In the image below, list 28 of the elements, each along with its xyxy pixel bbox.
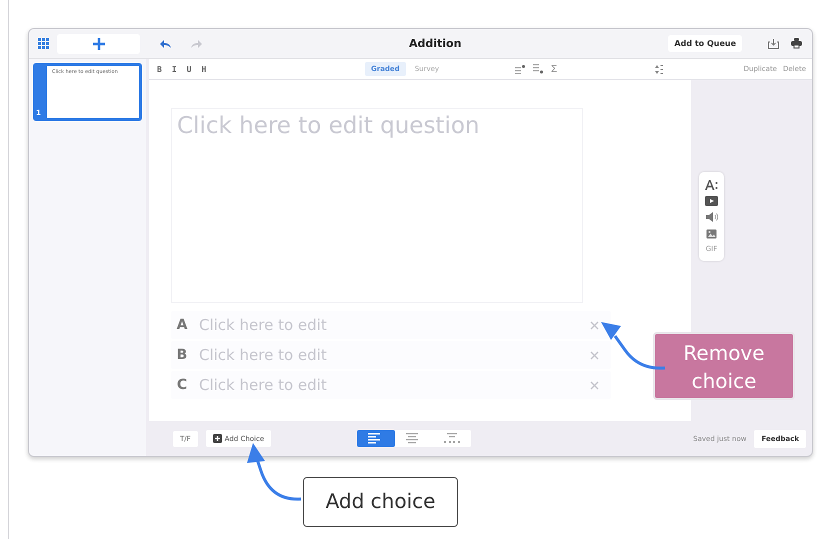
grid-icon[interactable] [38,38,49,49]
choice-letter: A [176,317,188,333]
reorder-icon[interactable] [655,64,663,74]
undo-icon[interactable] [160,40,172,48]
format-button[interactable]: I [170,64,179,74]
text-size-icon[interactable] [705,180,718,190]
download-icon[interactable] [768,38,779,49]
speaker-icon[interactable] [706,212,718,222]
format-button[interactable]: H [199,64,208,74]
choice-letter: C [176,377,188,393]
video-icon[interactable] [705,196,718,206]
layout-button[interactable] [357,430,396,447]
callout-label: Add choice [303,477,458,527]
format-button[interactable]: U [184,64,194,74]
plus-icon [92,38,104,50]
plus-square-icon [212,434,222,443]
grid-layout-icon [444,433,460,444]
add-slide-button[interactable] [57,34,140,54]
callout-label: Remove choice [653,332,795,400]
add-to-queue-button[interactable]: Add to Queue [668,35,742,52]
subscript-icon[interactable] [533,64,543,74]
format-button[interactable]: B [155,64,164,74]
printer-icon[interactable] [791,38,802,49]
math-symbol-button[interactable]: Σ [551,64,558,74]
image-icon[interactable] [706,228,717,239]
document-title: Addition [408,37,462,50]
choice-letter: B [176,347,188,363]
superscript-icon[interactable] [515,64,525,74]
